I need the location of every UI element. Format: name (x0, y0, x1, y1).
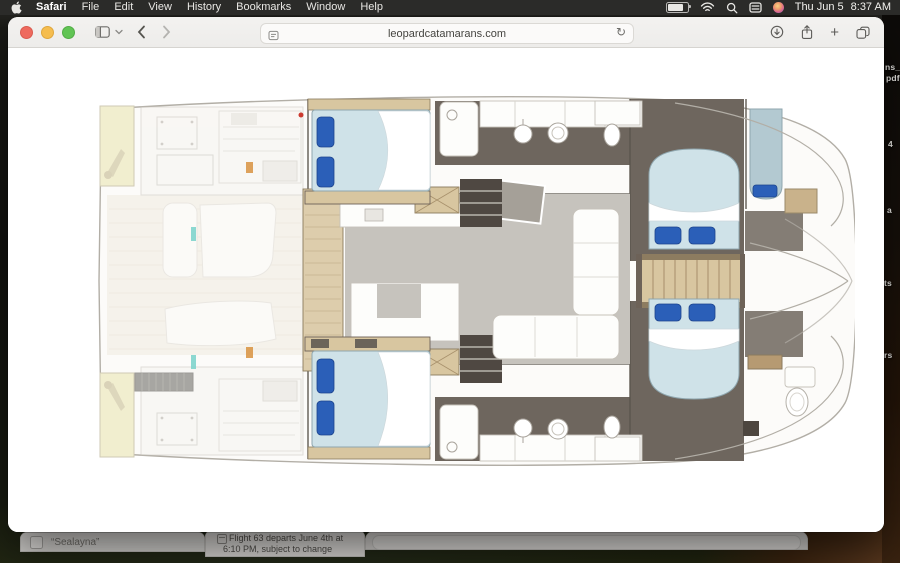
desktop-icon-label[interactable]: pdf (886, 73, 900, 83)
menu-bar-clock[interactable]: Thu Jun 5 8:37 AM (795, 0, 891, 15)
menu-item-history[interactable]: History (187, 0, 221, 15)
menu-item-edit[interactable]: Edit (114, 0, 133, 15)
battery-icon[interactable] (666, 2, 689, 13)
minimize-button[interactable] (41, 26, 54, 39)
cabin-port-forward (305, 99, 430, 204)
downloads-icon[interactable] (770, 25, 784, 39)
background-window-wide[interactable] (365, 531, 808, 550)
desktop-wallpaper-right (882, 14, 900, 563)
safari-window: leopardcatamarans.com ↻ + (8, 17, 884, 532)
forward-button[interactable] (162, 25, 171, 39)
floorplan-image (95, 91, 855, 471)
red-marker (299, 113, 304, 118)
sidebar-icon[interactable] (95, 26, 110, 38)
background-window-title: “Sealayna” (51, 537, 99, 548)
flight-notice-line1: Flight 63 departs June 4th at (229, 533, 343, 543)
menu-item-file[interactable]: File (82, 0, 100, 15)
menu-item-bookmarks[interactable]: Bookmarks (236, 0, 291, 15)
desktop-icon-label[interactable]: ts (884, 278, 892, 288)
address-bar[interactable]: leopardcatamarans.com ↻ (260, 23, 634, 44)
menu-bar-date: Thu Jun 5 (795, 1, 844, 13)
desktop-icon-label[interactable]: 4 (888, 139, 893, 149)
menu-item-help[interactable]: Help (360, 0, 383, 15)
background-window-field[interactable] (372, 535, 801, 550)
desktop-icon-label[interactable]: ns_ (885, 62, 900, 72)
new-tab-icon[interactable]: + (830, 25, 839, 40)
spotlight-search-icon[interactable] (726, 2, 738, 14)
background-window-flight-notice[interactable]: Flight 63 departs June 4th at 6:10 PM, s… (205, 530, 365, 557)
control-center-icon[interactable] (749, 2, 762, 13)
document-icon (30, 536, 43, 549)
cabin-port-aft (305, 337, 430, 459)
tab-overview-icon[interactable] (856, 26, 870, 39)
chevron-down-icon[interactable] (115, 29, 123, 35)
apple-menu-icon[interactable] (11, 1, 22, 14)
page-content (8, 48, 884, 532)
zoom-button[interactable] (62, 26, 75, 39)
menu-bar-time: 8:37 AM (851, 1, 891, 13)
menu-item-view[interactable]: View (148, 0, 172, 15)
flight-notice-line2: 6:10 PM, subject to change (223, 544, 332, 554)
event-icon (217, 534, 227, 544)
back-button[interactable] (137, 25, 146, 39)
user-avatar-icon[interactable] (773, 2, 784, 13)
cabin-starboard-aft (649, 299, 739, 399)
menu-item-safari[interactable]: Safari (36, 0, 67, 15)
site-settings-icon[interactable] (268, 28, 279, 46)
close-button[interactable] (20, 26, 33, 39)
reload-icon[interactable]: ↻ (616, 25, 626, 39)
desktop-icon-label[interactable]: rs (884, 350, 892, 360)
safari-toolbar: leopardcatamarans.com ↻ + (8, 17, 884, 48)
desktop-icon-label[interactable]: a (887, 205, 892, 215)
cabin-starboard-forward (649, 149, 739, 249)
share-icon[interactable] (801, 25, 813, 40)
url-text: leopardcatamarans.com (388, 28, 506, 40)
wifi-icon[interactable] (700, 2, 715, 13)
background-window-sealayna[interactable]: “Sealayna” (20, 532, 205, 552)
menu-item-window[interactable]: Window (306, 0, 345, 15)
menu-bar: Safari File Edit View History Bookmarks … (0, 0, 900, 15)
